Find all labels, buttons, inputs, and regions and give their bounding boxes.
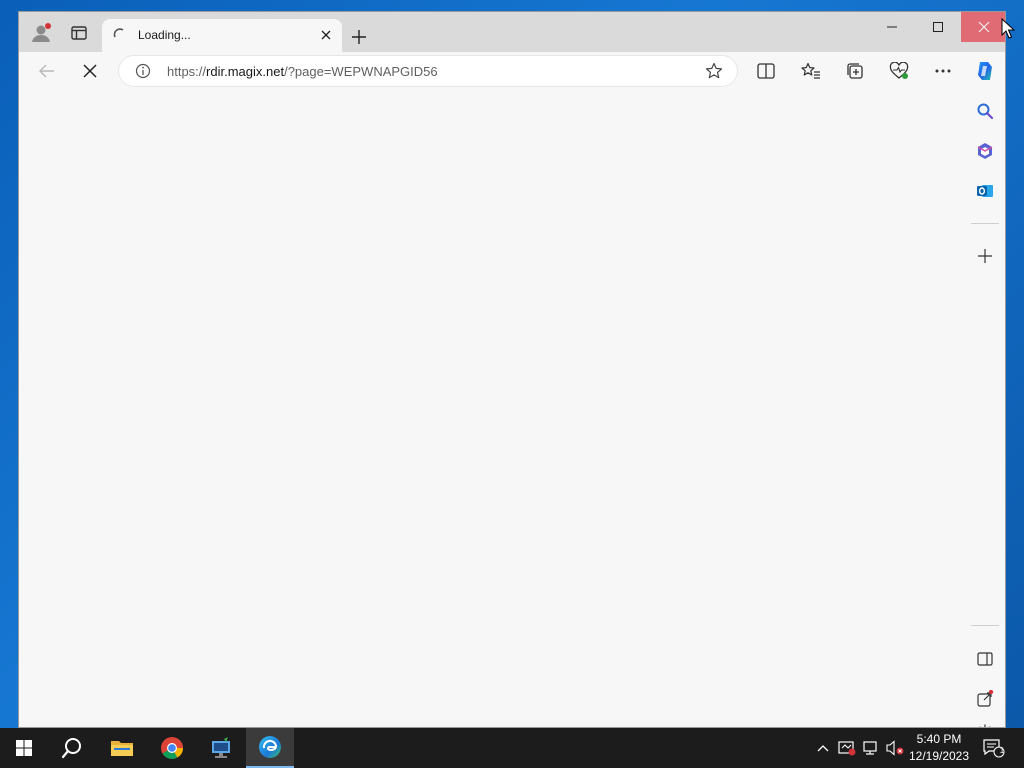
new-tab-icon[interactable]	[347, 25, 371, 49]
split-screen-icon[interactable]	[752, 58, 780, 84]
maximize-button[interactable]	[915, 12, 961, 42]
browser-tab[interactable]: Loading...	[102, 19, 342, 52]
clock-time: 5:40 PM	[916, 732, 962, 746]
collections-icon[interactable]	[841, 58, 869, 84]
show-hidden-icons-icon[interactable]	[813, 738, 833, 758]
browser-window: Loading... https://rdir.magix.net/?page=…	[18, 11, 1006, 728]
action-center-icon[interactable]: 1	[982, 738, 1006, 758]
loading-spinner-icon	[113, 28, 127, 42]
add-sidebar-app-icon[interactable]	[973, 244, 997, 268]
network-app-icon[interactable]	[197, 728, 245, 768]
sidebar-search-icon[interactable]	[973, 99, 997, 123]
volume-muted-icon[interactable]	[885, 738, 905, 758]
navigation-toolbar: https://rdir.magix.net/?page=WEPWNAPGID5…	[19, 52, 1005, 90]
notification-count-badge: 1	[999, 746, 1005, 755]
external-link-icon[interactable]	[973, 687, 997, 711]
site-info-icon[interactable]	[135, 63, 151, 79]
hide-sidebar-icon[interactable]	[973, 647, 997, 671]
tab-title: Loading...	[138, 28, 191, 42]
minimize-button[interactable]	[869, 12, 915, 42]
favorites-icon[interactable]	[797, 58, 825, 84]
more-options-icon[interactable]	[929, 58, 957, 84]
url-host: rdir.magix.net	[206, 64, 285, 79]
network-status-icon[interactable]	[861, 738, 881, 758]
sidebar-settings-icon[interactable]	[973, 720, 997, 727]
back-button[interactable]	[33, 58, 61, 84]
outlook-icon[interactable]	[973, 179, 997, 203]
system-clock[interactable]: 5:40 PM 12/19/2023	[904, 731, 974, 765]
tray-app-warning-icon[interactable]	[837, 738, 857, 758]
mouse-cursor-icon	[1001, 17, 1016, 40]
address-bar[interactable]: https://rdir.magix.net/?page=WEPWNAPGID5…	[119, 56, 737, 86]
url-text[interactable]: https://rdir.magix.net/?page=WEPWNAPGID5…	[167, 64, 438, 79]
taskbar: 5:40 PM 12/19/2023 1	[0, 728, 1024, 768]
profile-icon[interactable]	[29, 21, 53, 45]
title-bar: Loading...	[19, 12, 1005, 52]
stop-loading-button[interactable]	[76, 58, 104, 84]
file-explorer-icon[interactable]	[98, 728, 146, 768]
sidebar-divider	[971, 223, 999, 224]
close-tab-icon[interactable]	[318, 27, 334, 43]
favorite-star-icon[interactable]	[705, 62, 723, 80]
page-content	[19, 90, 963, 727]
clock-date: 12/19/2023	[908, 749, 970, 763]
edge-sidebar	[963, 90, 1005, 727]
close-window-button[interactable]	[961, 12, 1005, 42]
tab-actions-icon[interactable]	[67, 21, 91, 45]
taskbar-search-button[interactable]	[48, 728, 96, 768]
url-scheme: https://	[167, 64, 207, 79]
start-button[interactable]	[0, 728, 48, 768]
sidebar-divider-bottom	[971, 625, 999, 626]
url-path: /?page=WEPWNAPGID56	[284, 64, 438, 79]
browser-essentials-icon[interactable]	[885, 58, 913, 84]
chrome-icon[interactable]	[148, 728, 196, 768]
edge-icon[interactable]	[246, 728, 294, 768]
microsoft-365-icon[interactable]	[973, 139, 997, 163]
copilot-icon[interactable]	[971, 58, 999, 84]
